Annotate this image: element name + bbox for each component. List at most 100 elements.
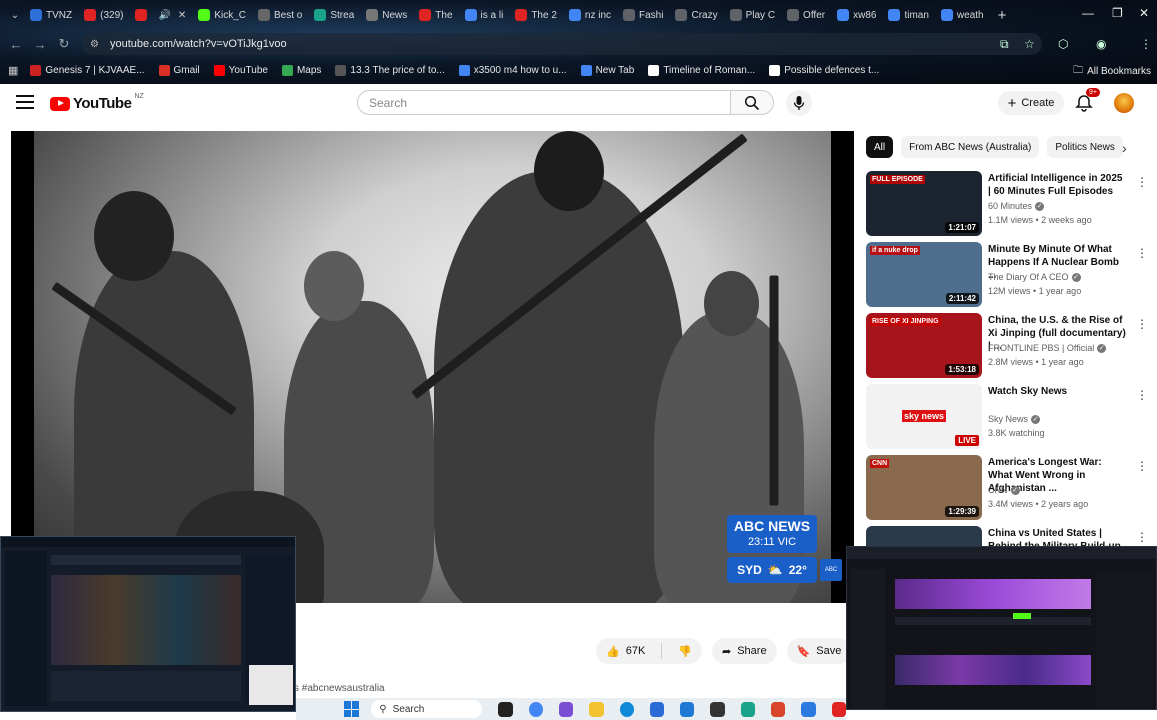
browser-tab[interactable]: Best o [252,3,308,27]
video-thumbnail[interactable]: RISE OF XI JINPING 1:53:18 [866,313,982,378]
recommended-video[interactable]: sky news LIVE Watch Sky News Sky News ✓ 3.8K … [866,384,1152,450]
app-icon[interactable] [710,701,725,717]
filter-chip[interactable]: From ABC News (Australia) [901,136,1040,158]
app-icon[interactable] [740,701,756,717]
all-bookmarks-button[interactable]: 🗀 All Bookmarks [1073,63,1151,80]
task-view-icon[interactable] [498,701,513,717]
video-title[interactable]: Artificial Intelligence in 2025 | 60 Min… [988,172,1128,198]
browser-tab[interactable]: nz inc [563,3,617,27]
channel-name[interactable]: CNN ✓ [988,485,1020,495]
minimize-icon[interactable]: — [1082,6,1094,20]
browser-tab[interactable]: TVNZ [24,3,78,27]
save-button[interactable]: 🔖 Save [786,638,852,664]
audio-speaker-icon[interactable]: 🔊 [158,10,170,21]
video-thumbnail[interactable]: CNN 1:29:39 [866,455,982,520]
video-player[interactable]: ABC NEWS 23:11 VIC SYD ⛅ 22° ABC [11,131,854,603]
menu-kebab-icon[interactable]: ⋮ [1140,37,1152,51]
install-app-icon[interactable]: ⧉ [1000,37,1009,52]
forward-icon[interactable]: → [28,37,52,52]
address-bar[interactable]: ⚙ youtube.com/watch?v=vOTiJkg1voo [82,33,1042,55]
overlay-window-right[interactable] [846,546,1157,710]
reload-icon[interactable]: ↻ [52,36,76,52]
browser-tab[interactable]: weath [935,3,990,27]
site-info-icon[interactable]: ⚙ [90,39,104,50]
tab-close-icon[interactable]: ✕ [178,10,186,21]
bookmark-item[interactable]: Timeline of Roman... [648,64,755,76]
browser-tab[interactable]: Offer [781,3,831,27]
more-actions-kebab-icon[interactable]: ⋮ [1136,175,1148,189]
browser-tab[interactable]: Crazy [669,3,723,27]
more-actions-kebab-icon[interactable]: ⋮ [1136,246,1148,260]
app-icon[interactable] [801,701,816,717]
more-actions-kebab-icon[interactable]: ⋮ [1136,388,1148,402]
extensions-icon[interactable]: ⬡ [1058,37,1068,51]
chrome-icon[interactable] [528,701,543,717]
apps-grid-icon[interactable]: ▦ [8,64,18,77]
chips-next-chevron-icon[interactable]: › [1122,140,1127,156]
recommended-video[interactable]: if a nuke drop 2:11:42 Minute By Minute Of… [866,242,1152,308]
browser-tab[interactable]: The 2 [509,3,563,27]
bookmark-item[interactable]: New Tab [580,64,634,76]
browser-tab[interactable]: xw86 [831,3,882,27]
browser-tab[interactable]: 🔊 ✕ [129,3,192,27]
browser-tab[interactable]: (329) [78,3,129,27]
bookmark-item[interactable]: Genesis 7 | KJVAAE... [30,64,145,76]
channel-name[interactable]: Sky News ✓ [988,414,1041,424]
create-button[interactable]: + Create [998,91,1064,115]
bookmark-item[interactable]: Gmail [158,64,200,76]
bookmark-item[interactable]: 13.3 The price of to... [335,64,445,76]
taskbar-search[interactable]: ⚲ Search [371,700,483,718]
like-button[interactable]: 👍 67K [596,638,655,664]
video-title[interactable]: Watch Sky News [988,385,1128,398]
app-icon[interactable] [558,701,574,717]
search-button[interactable] [730,90,774,115]
more-actions-kebab-icon[interactable]: ⋮ [1136,317,1148,331]
search-input[interactable]: Search [357,90,731,115]
hamburger-menu-icon[interactable] [16,95,34,109]
back-icon[interactable]: ← [4,37,28,52]
bookmark-star-icon[interactable]: ☆ [1024,37,1035,51]
account-avatar[interactable] [1114,93,1134,113]
voice-search-button[interactable] [786,90,812,116]
new-tab-button[interactable]: + [990,7,1015,24]
store-icon[interactable] [680,701,695,717]
tab-search-chevron-icon[interactable]: ⌄ [6,10,24,21]
profile-icon[interactable]: ◉ [1096,37,1106,51]
recommended-video[interactable]: RISE OF XI JINPING 1:53:18 China, the U.S.… [866,313,1152,379]
bookmark-item[interactable]: Maps [281,64,321,76]
filter-chip[interactable]: All [866,136,894,158]
description-hashtag[interactable]: s #abcnewsaustralia [294,683,385,694]
share-button[interactable]: ➦ Share [711,638,777,664]
bookmark-item[interactable]: x3500 m4 how to u... [458,64,567,76]
dislike-button[interactable]: 👎 [668,638,702,664]
more-actions-kebab-icon[interactable]: ⋮ [1136,459,1148,473]
browser-tab[interactable]: Fashi [617,3,669,27]
bookmark-item[interactable]: YouTube [213,64,268,76]
channel-name[interactable]: The Diary Of A CEO ✓ [988,272,1081,282]
recommended-video[interactable]: CNN 1:29:39 America's Longest War: What We… [866,455,1152,521]
overlay-window-left[interactable] [0,536,296,712]
app-icon[interactable] [831,701,847,717]
channel-name[interactable]: 60 Minutes ✓ [988,201,1045,211]
browser-tab[interactable]: News [360,3,413,27]
filter-chip[interactable]: Politics News [1047,136,1123,158]
file-explorer-icon[interactable] [589,701,604,717]
browser-tab[interactable]: Strea [308,3,360,27]
browser-tab[interactable]: timan [882,3,934,27]
recommended-video[interactable]: FULL EPISODE 1:21:07 Artificial Intelligen… [866,171,1152,237]
browser-tab[interactable]: is a li [459,3,510,27]
more-actions-kebab-icon[interactable]: ⋮ [1136,530,1148,544]
channel-name[interactable]: FRONTLINE PBS | Official ✓ [988,343,1107,353]
browser-tab[interactable]: Play C [724,3,781,27]
video-thumbnail[interactable]: if a nuke drop 2:11:42 [866,242,982,307]
windows-start-icon[interactable] [344,701,360,717]
video-thumbnail[interactable]: FULL EPISODE 1:21:07 [866,171,982,236]
bookmark-item[interactable]: Possible defences t... [769,64,879,76]
youtube-logo[interactable]: YouTube NZ [50,93,144,112]
maximize-icon[interactable]: ❐ [1112,6,1123,20]
app-icon[interactable] [771,701,786,717]
browser-tab[interactable]: The [413,3,458,27]
browser-tab[interactable]: Kick_C [192,3,252,27]
video-thumbnail[interactable]: sky news LIVE [866,384,982,449]
edge-icon[interactable] [619,701,634,717]
